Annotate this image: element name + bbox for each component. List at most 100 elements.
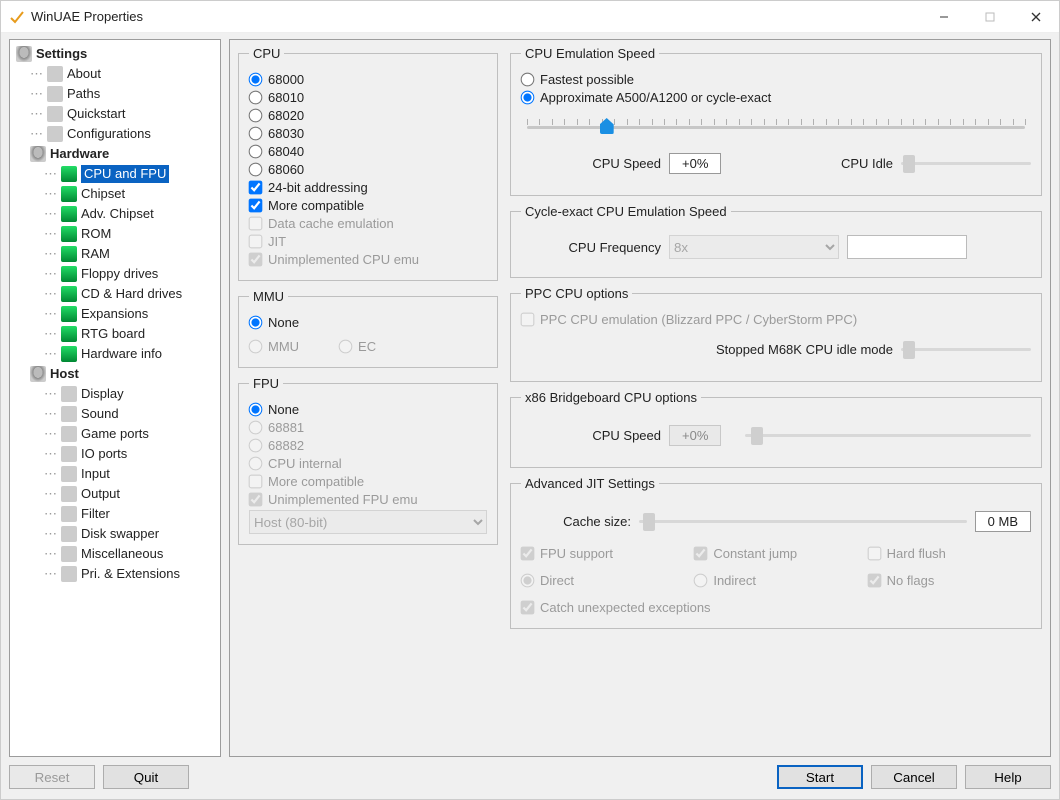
cpu-frequency-label: CPU Frequency (521, 240, 661, 255)
mmu-none[interactable]: None (249, 315, 487, 330)
settings-tree[interactable]: Settings ⋯ About ⋯ Paths ⋯ Quickstart ⋯ … (9, 39, 221, 757)
tree-item-game-ports[interactable]: ⋯ Game ports (42, 424, 218, 444)
tree-item-icon (61, 166, 77, 182)
fpu-more-compatible: More compatible (249, 474, 487, 489)
emuspeed-main-slider[interactable] (527, 113, 1025, 141)
tree-item-paths[interactable]: ⋯ Paths (28, 84, 218, 104)
jit-cache-value: 0 MB (975, 511, 1031, 532)
tree-item-icon (61, 266, 77, 282)
ppc-legend: PPC CPU options (521, 286, 632, 301)
jit-catch-exceptions: Catch unexpected exceptions (521, 600, 1031, 615)
tree-item-input[interactable]: ⋯ Input (42, 464, 218, 484)
tree-item-expansions[interactable]: ⋯ Expansions (42, 304, 218, 324)
properties-window: WinUAE Properties Settings ⋯ About ⋯ Pat (0, 0, 1060, 800)
fpu-unimplemented-emu: Unimplemented FPU emu (249, 492, 487, 507)
tree-item-sound[interactable]: ⋯ Sound (42, 404, 218, 424)
cpu-emulation-speed-group: CPU Emulation Speed Fastest possible App… (510, 46, 1042, 196)
tree-hardware-header[interactable]: Hardware (28, 144, 218, 164)
tree-item-rom[interactable]: ⋯ ROM (42, 224, 218, 244)
cpu-speed-value: +0% (669, 153, 721, 174)
fpu-none[interactable]: None (249, 402, 487, 417)
tree-item-icon (61, 566, 77, 582)
quit-button[interactable]: Quit (103, 765, 189, 789)
tree-item-hardware-info[interactable]: ⋯ Hardware info (42, 344, 218, 364)
tree-item-icon (61, 526, 77, 542)
cpu-speed-label: CPU Speed (521, 156, 661, 171)
app-icon (9, 9, 25, 25)
close-button[interactable] (1013, 1, 1059, 33)
tree-item-output[interactable]: ⋯ Output (42, 484, 218, 504)
tree-item-icon (61, 186, 77, 202)
tree-item-about[interactable]: ⋯ About (28, 64, 218, 84)
help-button[interactable]: Help (965, 765, 1051, 789)
tree-item-icon (61, 306, 77, 322)
tree-item-adv-chipset[interactable]: ⋯ Adv. Chipset (42, 204, 218, 224)
reset-button: Reset (9, 765, 95, 789)
tree-item-icon (61, 286, 77, 302)
minimize-button[interactable] (921, 1, 967, 33)
mmu-ec: EC (339, 339, 376, 354)
cpu-more-compatible[interactable]: More compatible (249, 198, 487, 213)
cycle-exact-group: Cycle-exact CPU Emulation Speed CPU Freq… (510, 204, 1042, 278)
cancel-button[interactable]: Cancel (871, 765, 957, 789)
drive-icon (30, 146, 46, 162)
tree-item-cpu-and-fpu[interactable]: ⋯ CPU and FPU (42, 164, 218, 184)
cpu-group-legend: CPU (249, 46, 284, 61)
emuspeed-fastest[interactable]: Fastest possible (521, 72, 1031, 87)
jit-cache-slider (639, 507, 967, 535)
cpu-68000[interactable]: 68000 (249, 72, 487, 87)
mmu-mmu: MMU (249, 339, 299, 354)
tree-item-io-ports[interactable]: ⋯ IO ports (42, 444, 218, 464)
mmu-group-legend: MMU (249, 289, 288, 304)
tree-item-filter[interactable]: ⋯ Filter (42, 504, 218, 524)
cpu-data-cache-emulation: Data cache emulation (249, 216, 487, 231)
tree-item-icon (47, 66, 63, 82)
jit-hard-flush: Hard flush (868, 546, 1031, 561)
fpu-68882: 68882 (249, 438, 487, 453)
tree-item-miscellaneous[interactable]: ⋯ Miscellaneous (42, 544, 218, 564)
tree-item-icon (61, 406, 77, 422)
tree-item-pri-extensions[interactable]: ⋯ Pri. & Extensions (42, 564, 218, 584)
tree-item-icon (61, 446, 77, 462)
ppc-group: PPC CPU options PPC CPU emulation (Blizz… (510, 286, 1042, 382)
cpu-24bit-addressing[interactable]: 24-bit addressing (249, 180, 487, 195)
tree-host-header[interactable]: Host (28, 364, 218, 384)
tree-item-disk-swapper[interactable]: ⋯ Disk swapper (42, 524, 218, 544)
x86-speed-slider (745, 421, 1031, 449)
tree-item-cd-hard-drives[interactable]: ⋯ CD & Hard drives (42, 284, 218, 304)
tree-item-icon (61, 546, 77, 562)
jit-indirect: Indirect (694, 573, 857, 588)
tree-item-floppy-drives[interactable]: ⋯ Floppy drives (42, 264, 218, 284)
cpu-frequency-select: 8x (669, 235, 839, 259)
tree-item-icon (61, 486, 77, 502)
drive-icon (16, 46, 32, 62)
tree-item-icon (61, 226, 77, 242)
tree-root-settings[interactable]: Settings (14, 44, 218, 64)
cpu-68020[interactable]: 68020 (249, 108, 487, 123)
cpu-jit: JIT (249, 234, 487, 249)
start-button[interactable]: Start (777, 765, 863, 789)
tree-item-ram[interactable]: ⋯ RAM (42, 244, 218, 264)
maximize-button (967, 1, 1013, 33)
cpu-unimplemented-emu: Unimplemented CPU emu (249, 252, 487, 267)
cpu-68030[interactable]: 68030 (249, 126, 487, 141)
emuspeed-legend: CPU Emulation Speed (521, 46, 659, 61)
cpu-68040[interactable]: 68040 (249, 144, 487, 159)
jit-group: Advanced JIT Settings Cache size: 0 MB F… (510, 476, 1042, 629)
cpu-68060[interactable]: 68060 (249, 162, 487, 177)
tree-item-icon (47, 106, 63, 122)
tree-item-quickstart[interactable]: ⋯ Quickstart (28, 104, 218, 124)
emuspeed-approx[interactable]: Approximate A500/A1200 or cycle-exact (521, 90, 1031, 105)
tree-item-display[interactable]: ⋯ Display (42, 384, 218, 404)
ppc-emulation: PPC CPU emulation (Blizzard PPC / CyberS… (521, 312, 1031, 327)
cpu-68010[interactable]: 68010 (249, 90, 487, 105)
tree-item-icon (61, 206, 77, 222)
tree-item-configurations[interactable]: ⋯ Configurations (28, 124, 218, 144)
tree-item-chipset[interactable]: ⋯ Chipset (42, 184, 218, 204)
tree-item-icon (61, 426, 77, 442)
x86-speed-label: CPU Speed (521, 428, 661, 443)
tree-item-icon (61, 466, 77, 482)
ppc-idle-label: Stopped M68K CPU idle mode (521, 342, 893, 357)
client-area: Settings ⋯ About ⋯ Paths ⋯ Quickstart ⋯ … (1, 33, 1059, 799)
tree-item-rtg-board[interactable]: ⋯ RTG board (42, 324, 218, 344)
